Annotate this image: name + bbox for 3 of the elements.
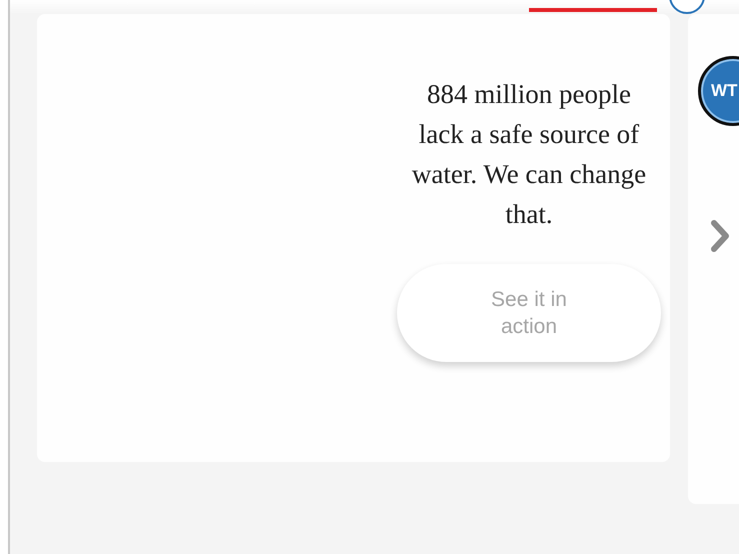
avatar[interactable]: WT <box>698 56 739 126</box>
headline: 884 million people lack a safe source of water. We can change that. <box>411 78 647 231</box>
next-chevron-icon[interactable] <box>710 219 732 253</box>
